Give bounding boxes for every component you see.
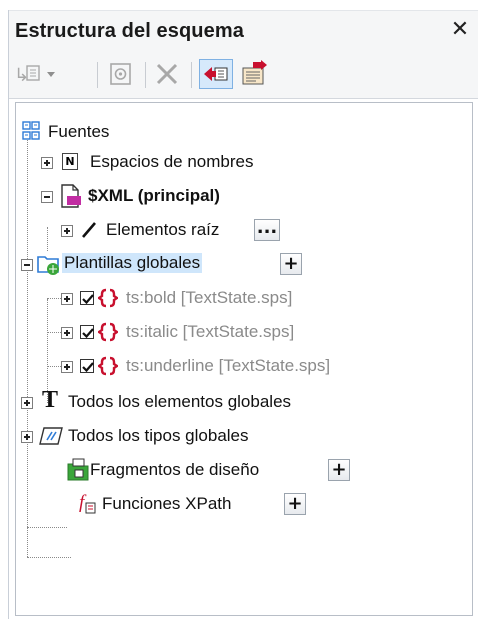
add-global-template-button[interactable]: + — [280, 253, 302, 275]
schema-tree: Fuentes N Espacios de nombres $XML (prin… — [15, 102, 473, 616]
namespace-icon: N — [62, 153, 78, 170]
tree-connector — [47, 366, 61, 367]
module-properties-icon[interactable] — [107, 60, 135, 88]
tree-item-template[interactable]: ts:italic [TextState.sps] — [16, 317, 436, 347]
add-module-icon[interactable]: ↳ — [13, 60, 59, 88]
template-checkbox[interactable] — [80, 325, 94, 339]
toolbar-separator — [191, 62, 192, 88]
template-checkbox[interactable] — [80, 359, 94, 373]
design-fragment-icon — [67, 458, 89, 481]
tree-item-sources[interactable]: Fuentes — [20, 117, 220, 147]
collapse-all-icon[interactable] — [199, 59, 233, 89]
tree-item-all-elements[interactable]: T Todos los elementos globales — [16, 387, 436, 417]
tree-item-design-fragments[interactable]: Fragmentos de diseño + — [16, 455, 436, 485]
expand-icon[interactable] — [41, 157, 53, 169]
panel-title: Estructura del esquema — [15, 20, 244, 42]
tree-item-xml-main[interactable]: $XML (principal) — [16, 181, 336, 211]
tree-item-template[interactable]: ts:bold [TextState.sps] — [16, 283, 436, 313]
expand-icon[interactable] — [21, 431, 33, 443]
tree-item-namespaces[interactable]: N Espacios de nombres — [16, 147, 336, 177]
tree-item-label: Fragmentos de diseño — [90, 460, 260, 479]
global-templates-icon — [37, 256, 59, 275]
close-icon[interactable]: ✕ — [448, 17, 472, 43]
expand-all-icon[interactable] — [239, 60, 269, 88]
toolbar-separator — [145, 62, 146, 88]
template-checkbox[interactable] — [80, 291, 94, 305]
tree-connector — [47, 332, 61, 333]
root-elements-more-button[interactable]: ... — [254, 219, 280, 241]
panel-titlebar: Estructura del esquema ✕ — [9, 10, 478, 53]
toolbar: ↳ — [9, 52, 478, 99]
tree-item-label: ts:bold [TextState.sps] — [126, 288, 293, 307]
tree-item-global-templates[interactable]: Plantillas globales + — [16, 249, 336, 279]
expand-icon[interactable] — [21, 397, 33, 409]
tree-item-label: Espacios de nombres — [90, 152, 254, 171]
add-xpath-function-button[interactable]: + — [284, 493, 306, 515]
toolbar-separator — [97, 62, 98, 88]
tree-item-label: $XML (principal) — [88, 186, 220, 205]
template-icon — [98, 322, 118, 342]
tree-item-all-types[interactable]: Todos los tipos globales — [16, 421, 436, 451]
expand-icon[interactable] — [61, 327, 73, 339]
collapse-icon[interactable] — [41, 191, 53, 203]
tree-item-label: ts:italic [TextState.sps] — [126, 322, 295, 341]
tree-item-label: Todos los tipos globales — [68, 426, 249, 445]
template-icon — [98, 288, 118, 308]
expand-icon[interactable] — [61, 225, 73, 237]
tree-item-template[interactable]: ts:underline [TextState.sps] — [16, 351, 446, 381]
expand-icon[interactable] — [61, 293, 73, 305]
tree-connector — [27, 557, 71, 558]
collapse-icon[interactable] — [21, 259, 33, 271]
sources-icon — [22, 121, 40, 140]
element-icon — [82, 222, 96, 238]
tree-item-label: Elementos raíz — [106, 220, 220, 239]
type-icon — [39, 427, 63, 445]
tree-item-label: Plantillas globales — [62, 253, 203, 273]
expand-icon[interactable] — [61, 361, 73, 373]
text-element-icon: T — [42, 387, 59, 413]
tree-item-label: Todos los elementos globales — [68, 392, 292, 411]
xpath-function-icon: f — [79, 492, 96, 514]
add-design-fragment-button[interactable]: + — [328, 459, 350, 481]
tree-item-label: Fuentes — [48, 122, 110, 141]
tree-connector — [27, 527, 67, 528]
tree-item-label: ts:underline [TextState.sps] — [126, 356, 331, 375]
tree-item-xpath-functions[interactable]: f Funciones XPath + — [16, 489, 436, 519]
schema-tree-panel: Estructura del esquema ✕ ↳ Fuentes N Esp… — [8, 10, 478, 619]
tree-connector — [47, 298, 61, 299]
xml-document-icon — [61, 184, 81, 208]
tree-item-label: Funciones XPath — [102, 494, 232, 513]
delete-icon[interactable] — [153, 60, 181, 88]
tree-item-root-elements[interactable]: Elementos raíz ... — [16, 215, 336, 245]
template-icon — [98, 356, 118, 376]
